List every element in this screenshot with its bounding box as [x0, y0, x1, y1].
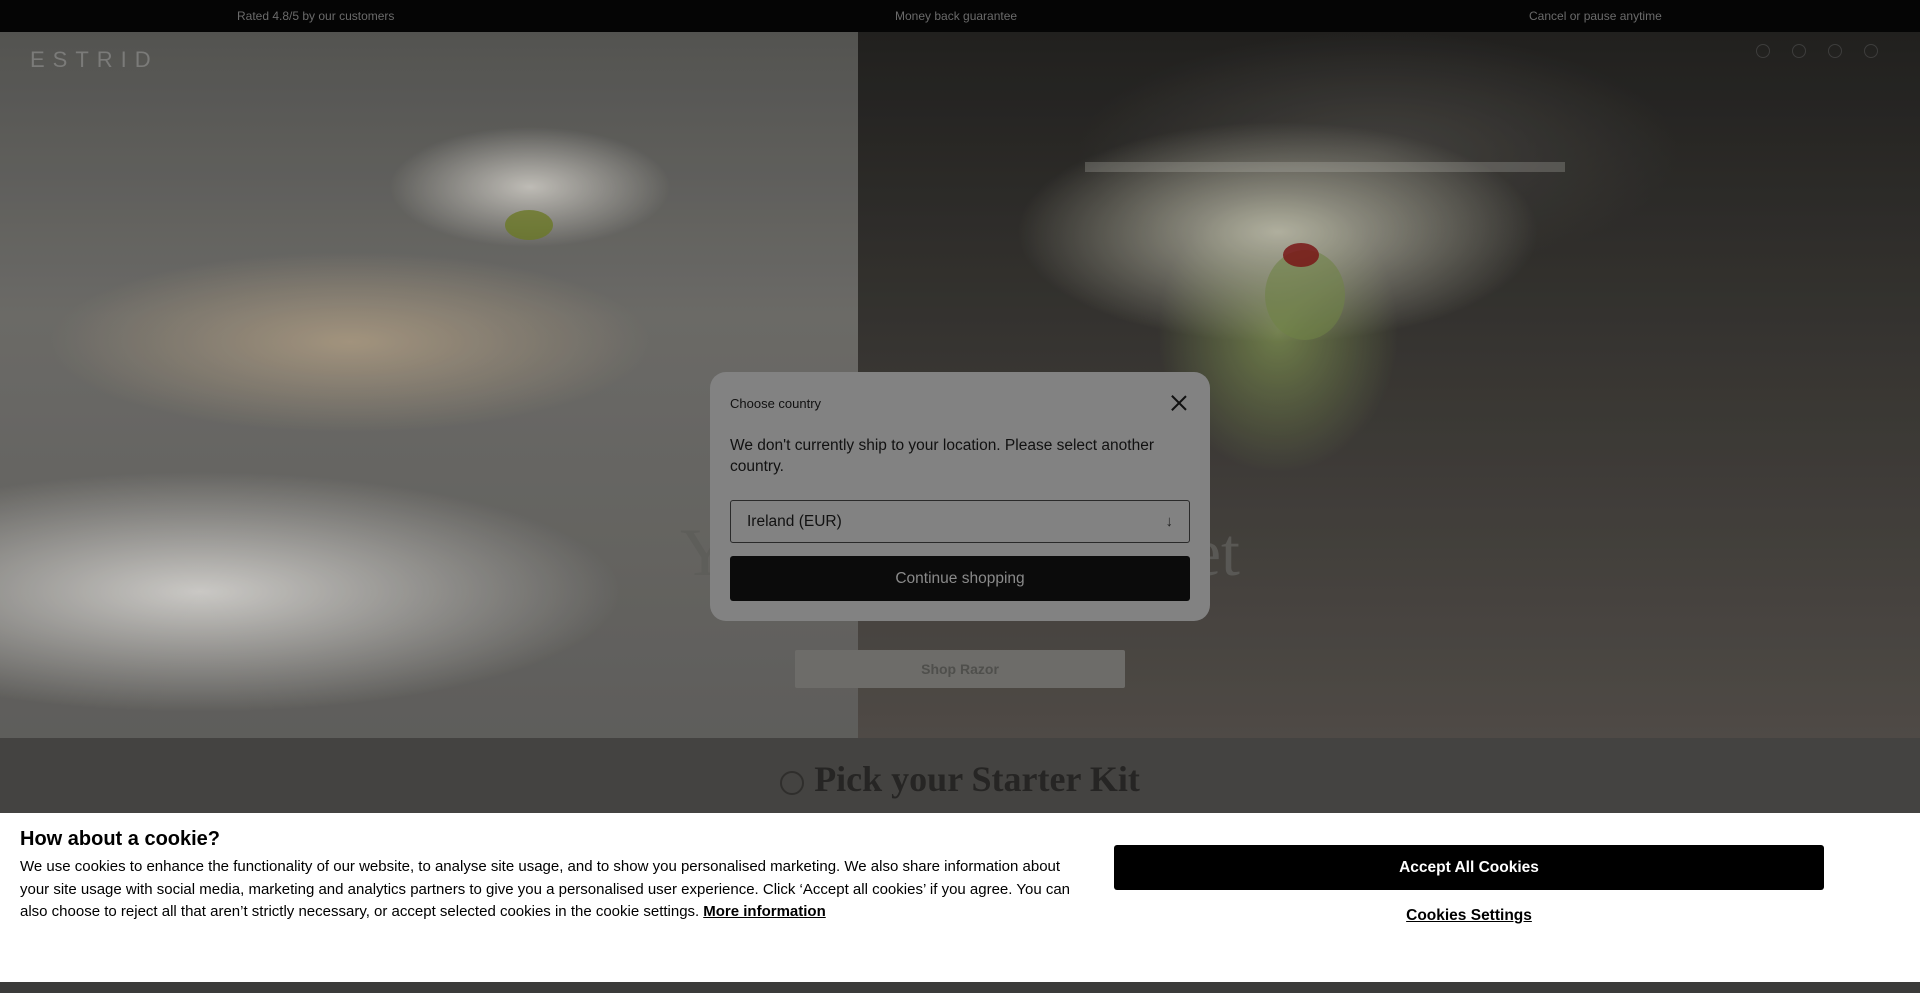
- continue-shopping-button[interactable]: Continue shopping: [730, 556, 1190, 601]
- page-content-behind: [0, 982, 1920, 993]
- modal-message: We don't currently ship to your location…: [730, 437, 1154, 475]
- country-select[interactable]: Ireland (EUR) ↓: [730, 500, 1190, 543]
- cookie-text: We use cookies to enhance the functional…: [20, 856, 1080, 924]
- close-icon[interactable]: [1170, 394, 1188, 412]
- cookies-settings-button[interactable]: Cookies Settings: [1114, 901, 1824, 931]
- accept-all-cookies-button[interactable]: Accept All Cookies: [1114, 845, 1824, 890]
- more-information-link[interactable]: More information: [703, 903, 826, 920]
- modal-title: Choose country: [730, 396, 822, 411]
- arrow-down-icon: ↓: [1165, 513, 1174, 530]
- cookie-title: How about a cookie?: [20, 828, 221, 850]
- cookie-banner: How about a cookie? We use cookies to en…: [0, 813, 1920, 982]
- cookie-description: We use cookies to enhance the functional…: [20, 858, 1071, 920]
- choose-country-modal: Choose country We don't currently ship t…: [710, 372, 1210, 621]
- country-select-value: Ireland (EUR): [747, 512, 842, 530]
